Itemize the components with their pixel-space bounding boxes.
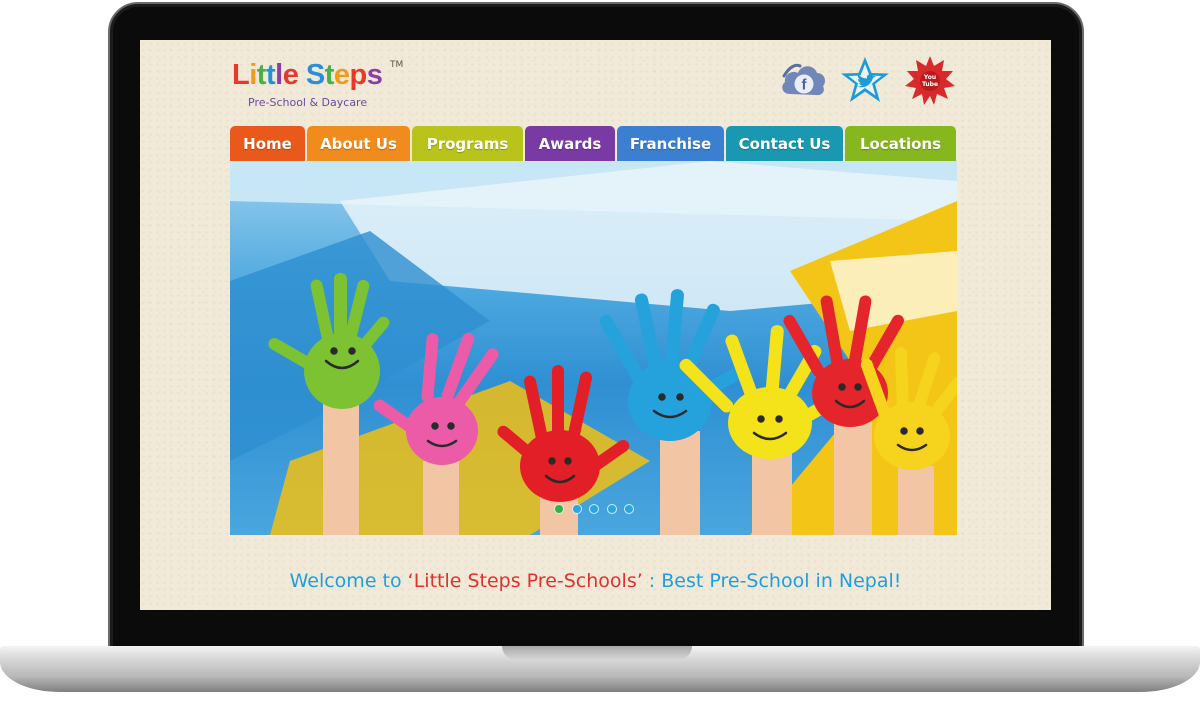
welcome-heading: Welcome to ‘Little Steps Pre-Schools’ : … (140, 570, 1051, 592)
slider-dot-2[interactable] (571, 504, 582, 514)
logo-letter: t (324, 59, 335, 91)
youtube-glyph-top: You (923, 74, 936, 81)
website-screen: Little Steps TM Pre-School & Daycare f Y… (140, 40, 1051, 610)
logo-letter: t (256, 59, 267, 91)
nav-about-us[interactable]: About Us (307, 126, 410, 161)
facebook-link[interactable]: f (776, 54, 830, 108)
logo-letter: l (275, 59, 283, 91)
slider-dot-5[interactable] (624, 504, 634, 514)
nav-locations[interactable]: Locations (845, 126, 956, 161)
logo-letter: L (232, 59, 250, 91)
twitter-link[interactable] (838, 54, 892, 108)
slider-pagination (554, 504, 642, 514)
logo-tagline: Pre-School & Daycare (248, 96, 368, 109)
facebook-icon: f (782, 63, 825, 96)
logo-trademark: TM (390, 60, 404, 70)
slider-dot-1[interactable] (554, 504, 564, 514)
youtube-link[interactable]: You Tube (903, 54, 957, 108)
nav-programs[interactable]: Programs (412, 126, 523, 161)
logo-letter: i (249, 59, 257, 91)
welcome-prefix: Welcome to (289, 570, 408, 592)
logo-letter: p (349, 59, 368, 91)
logo-letter (298, 60, 306, 90)
nav-franchise[interactable]: Franchise (617, 126, 724, 161)
slider-dot-3[interactable] (589, 504, 599, 514)
slider-dot-4[interactable] (606, 504, 617, 514)
nav-contact-us[interactable]: Contact Us (726, 126, 843, 161)
nav-awards[interactable]: Awards (525, 126, 615, 161)
youtube-icon: You Tube (905, 56, 955, 105)
youtube-glyph-bottom: Tube (922, 81, 938, 88)
painted-hands-image (230, 161, 957, 535)
nav-home[interactable]: Home (230, 126, 305, 161)
logo-letter: e (333, 59, 350, 91)
logo-letter: s (366, 59, 383, 91)
welcome-suffix: : Best Pre-School in Nepal! (642, 570, 902, 592)
logo-letter: t (265, 59, 276, 91)
hero-slider[interactable] (230, 161, 957, 535)
logo-letter: S (305, 59, 325, 91)
main-nav: Home About Us Programs Awards Franchise … (230, 126, 956, 161)
logo-letter: e (282, 59, 299, 91)
twitter-icon (841, 57, 889, 102)
logo-wordmark: Little Steps (232, 60, 412, 90)
laptop-notch (502, 646, 692, 660)
welcome-school-name: ‘Little Steps Pre-Schools’ (407, 570, 643, 592)
